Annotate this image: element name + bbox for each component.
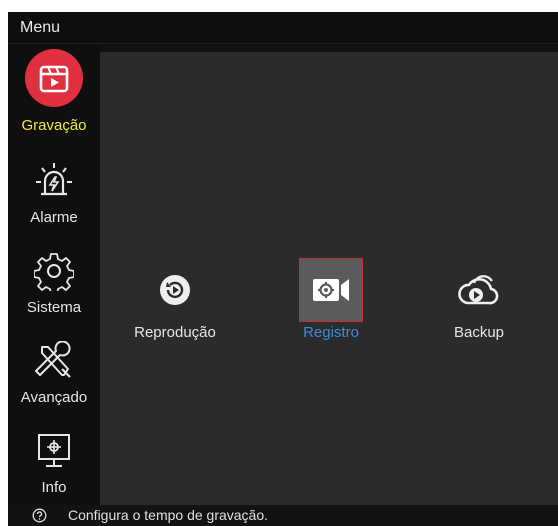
menu-window: Menu Gravação Alarme Sistema Avançado In…: [8, 12, 558, 526]
help-circle-icon: [32, 508, 47, 523]
camera-settings-icon: [299, 258, 363, 322]
content-panel: Reprodução Registro Backup: [100, 52, 558, 505]
alarm-siren-icon: [34, 161, 74, 201]
tile-registro[interactable]: Registro: [276, 258, 386, 358]
sidebar-item-label: Sistema: [26, 299, 82, 316]
tile-backup[interactable]: Backup: [424, 258, 534, 358]
gear-icon: [34, 251, 74, 291]
sidebar-item-info[interactable]: Info: [8, 423, 100, 513]
sidebar: Gravação Alarme Sistema Avançado Info: [8, 45, 100, 505]
sidebar-item-label: Info: [41, 479, 67, 496]
playback-icon: [143, 258, 207, 322]
tools-icon: [34, 341, 74, 381]
tile-label: Backup: [453, 324, 505, 341]
sidebar-item-sistema[interactable]: Sistema: [8, 243, 100, 333]
status-bar: Configura o tempo de gravação.: [8, 505, 558, 526]
tile-label: Registro: [303, 324, 359, 341]
sidebar-item-gravacao[interactable]: Gravação: [8, 45, 100, 135]
cloud-play-icon: [447, 258, 511, 322]
tile-label: Reprodução: [134, 324, 216, 341]
sidebar-item-avancado[interactable]: Avançado: [8, 333, 100, 423]
sidebar-item-label: Gravação: [21, 117, 87, 134]
sidebar-item-label: Avançado: [20, 389, 88, 406]
monitor-info-icon: [34, 431, 74, 471]
sidebar-item-label: Alarme: [30, 209, 78, 226]
record-clapper-icon: [34, 59, 74, 99]
sidebar-item-alarme[interactable]: Alarme: [8, 153, 100, 243]
status-message: Configura o tempo de gravação.: [68, 507, 269, 523]
tile-reproducao[interactable]: Reprodução: [120, 258, 230, 358]
menu-title: Menu: [8, 12, 558, 44]
